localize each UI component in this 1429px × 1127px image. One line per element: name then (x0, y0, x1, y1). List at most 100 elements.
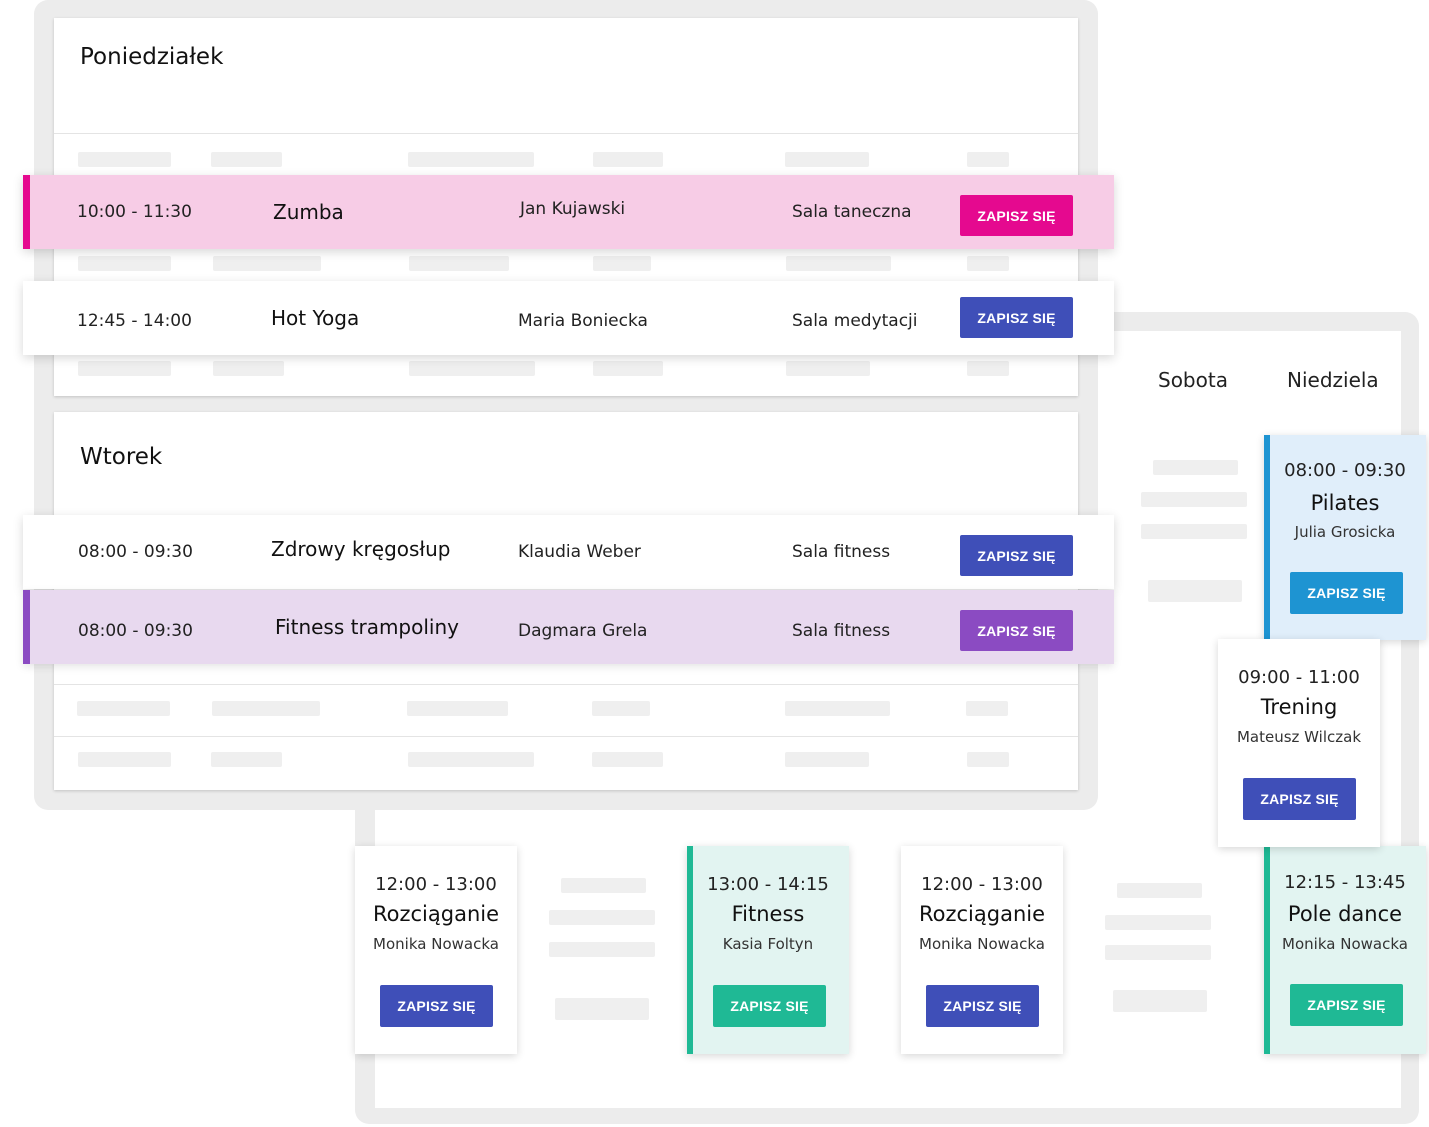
class-card: 12:00 - 13:00 Rozciąganie Monika Nowacka… (355, 846, 517, 1054)
class-time: 10:00 - 11:30 (77, 202, 192, 222)
class-name: Rozciąganie (372, 902, 500, 926)
signup-button[interactable]: ZAPISZ SIĘ (960, 535, 1073, 576)
class-coach: Dagmara Grela (518, 621, 648, 641)
placeholder-line (786, 256, 891, 271)
placeholder-line (967, 256, 1009, 271)
placeholder-line (78, 752, 171, 767)
column-header-saturday: Sobota (1158, 368, 1228, 392)
class-time: 12:45 - 14:00 (77, 311, 192, 331)
placeholder-line (593, 256, 651, 271)
placeholder-button (1148, 580, 1242, 602)
class-time: 12:00 - 13:00 (921, 874, 1043, 895)
class-name: Hot Yoga (271, 306, 360, 330)
class-card: 12:00 - 13:00 Rozciąganie Monika Nowacka… (901, 846, 1063, 1054)
class-time: 12:00 - 13:00 (375, 874, 497, 895)
placeholder-line (785, 752, 869, 767)
class-row: 12:45 - 14:00 Hot Yoga Maria Boniecka Sa… (23, 281, 1114, 355)
signup-button[interactable]: ZAPISZ SIĘ (1290, 572, 1403, 614)
signup-button[interactable]: ZAPISZ SIĘ (713, 985, 826, 1027)
placeholder-line (549, 910, 655, 925)
placeholder-line (1141, 492, 1247, 507)
placeholder-line (408, 752, 534, 767)
class-card: 12:15 - 13:45 Pole dance Monika Nowacka … (1264, 846, 1426, 1054)
placeholder-line (213, 361, 284, 376)
placeholder-line (211, 752, 282, 767)
class-time: 08:00 - 09:30 (78, 621, 193, 641)
class-room: Sala fitness (792, 621, 891, 641)
class-name: Fitness trampoliny (275, 615, 459, 639)
class-name: Pilates (1310, 491, 1380, 515)
placeholder-line (407, 701, 508, 716)
placeholder-line (786, 361, 870, 376)
class-time: 09:00 - 11:00 (1238, 667, 1360, 688)
class-row: 10:00 - 11:30 Zumba Jan Kujawski Sala ta… (23, 175, 1114, 249)
class-coach: Kasia Foltyn (722, 935, 814, 953)
placeholder-line (78, 361, 171, 376)
placeholder-line (1117, 883, 1202, 898)
accent-bar (23, 175, 30, 249)
class-coach: Monika Nowacka (373, 935, 499, 953)
class-card: 13:00 - 14:15 Fitness Kasia Foltyn ZAPIS… (687, 846, 849, 1054)
divider (54, 736, 1078, 737)
divider (54, 684, 1078, 685)
placeholder-line (785, 152, 869, 167)
placeholder-line (561, 878, 646, 893)
placeholder-line (549, 942, 655, 957)
signup-button[interactable]: ZAPISZ SIĘ (380, 985, 493, 1027)
signup-button[interactable]: ZAPISZ SIĘ (926, 985, 1039, 1027)
class-time: 08:00 - 09:30 (78, 542, 193, 562)
placeholder-line (211, 152, 282, 167)
class-card: 09:00 - 11:00 Trening Mateusz Wilczak ZA… (1218, 639, 1380, 847)
divider (54, 133, 1078, 134)
signup-button[interactable]: ZAPISZ SIĘ (960, 195, 1073, 236)
class-time: 08:00 - 09:30 (1284, 460, 1406, 481)
signup-button[interactable]: ZAPISZ SIĘ (960, 610, 1073, 651)
class-row: 08:00 - 09:30 Fitness trampoliny Dagmara… (23, 590, 1114, 664)
class-time: 13:00 - 14:15 (707, 874, 829, 895)
placeholder-line (967, 752, 1009, 767)
signup-button[interactable]: ZAPISZ SIĘ (1290, 984, 1403, 1026)
placeholder-line (592, 752, 663, 767)
placeholder-line (1141, 524, 1247, 539)
placeholder-line (967, 361, 1009, 376)
placeholder-line (212, 701, 320, 716)
class-name: Pole dance (1287, 902, 1403, 926)
day-title: Poniedziałek (80, 44, 224, 70)
class-card: 08:00 - 09:30 Pilates Julia Grosicka ZAP… (1264, 435, 1426, 640)
class-coach: Klaudia Weber (518, 542, 641, 562)
placeholder-line (593, 361, 663, 376)
placeholder-line (785, 701, 890, 716)
class-coach: Jan Kujawski (520, 199, 626, 219)
placeholder-line (593, 152, 663, 167)
class-time: 12:15 - 13:45 (1284, 872, 1406, 893)
class-name: Zdrowy kręgosłup (271, 537, 451, 561)
placeholder-line (78, 152, 171, 167)
placeholder-line (409, 361, 535, 376)
placeholder-line (966, 701, 1008, 716)
accent-bar (23, 590, 30, 664)
class-row: 08:00 - 09:30 Zdrowy kręgosłup Klaudia W… (23, 515, 1114, 589)
placeholder-line (592, 701, 650, 716)
class-name: Trening (1260, 695, 1338, 719)
class-coach: Monika Nowacka (919, 935, 1045, 953)
placeholder-button (1113, 990, 1207, 1012)
class-name: Fitness (731, 902, 805, 926)
class-room: Sala medytacji (792, 311, 918, 331)
placeholder-line (1105, 945, 1211, 960)
placeholder-line (967, 152, 1009, 167)
class-coach: Mateusz Wilczak (1236, 728, 1362, 746)
placeholder-line (408, 152, 534, 167)
column-header-sunday: Niedziela (1287, 368, 1379, 392)
placeholder-line (213, 256, 321, 271)
signup-button[interactable]: ZAPISZ SIĘ (1243, 778, 1356, 820)
class-room: Sala fitness (792, 542, 891, 562)
class-coach: Julia Grosicka (1294, 523, 1396, 541)
class-coach: Maria Boniecka (518, 311, 648, 331)
placeholder-line (409, 256, 509, 271)
placeholder-button (555, 998, 649, 1020)
class-name: Zumba (273, 200, 344, 224)
placeholder-line (1105, 915, 1211, 930)
class-room: Sala taneczna (792, 202, 912, 222)
class-coach: Monika Nowacka (1282, 935, 1408, 953)
signup-button[interactable]: ZAPISZ SIĘ (960, 297, 1073, 338)
